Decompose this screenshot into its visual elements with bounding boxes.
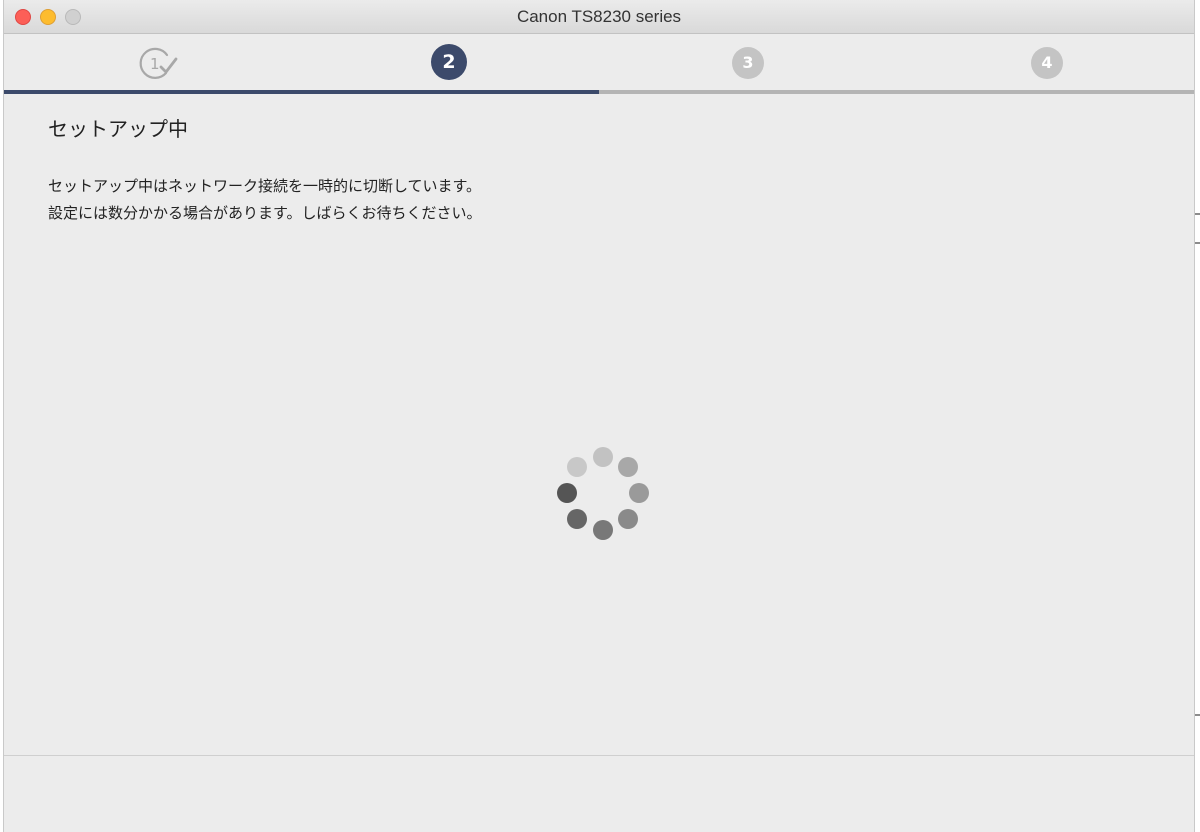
status-description: セットアップ中はネットワーク接続を一時的に切断しています。 設定には数分かかる場… [48, 173, 482, 227]
step-indicator: 1 2 3 4 [4, 34, 1194, 94]
step-2-active: 2 [431, 44, 469, 82]
step-progress-bar [4, 90, 1194, 94]
step-3-pending: 3 [729, 44, 767, 82]
status-description-line-1: セットアップ中はネットワーク接続を一時的に切断しています。 [48, 177, 482, 195]
loading-spinner-icon [557, 447, 649, 540]
footer-area [4, 756, 1194, 832]
step-4-number: 4 [1031, 47, 1063, 79]
step-4-pending: 4 [1028, 44, 1066, 82]
step-progress-fill [4, 90, 599, 94]
background-window-edge [1195, 0, 1200, 832]
step-1-completed: 1 [137, 44, 178, 82]
page-heading: セットアップ中 [48, 117, 188, 141]
window-title: Canon TS8230 series [516, 7, 682, 26]
title-bar[interactable]: Canon TS8230 series [4, 0, 1194, 34]
step-3-number: 3 [732, 47, 764, 79]
step-1-number: 1 [150, 55, 160, 73]
step-2-number: 2 [431, 44, 467, 80]
status-description-line-2: 設定には数分かかる場合があります。しばらくお待ちください。 [48, 204, 482, 222]
setup-window: Canon TS8230 series 1 2 3 4 セットアップ中 セットア… [3, 0, 1195, 832]
check-icon: 1 [139, 47, 178, 79]
